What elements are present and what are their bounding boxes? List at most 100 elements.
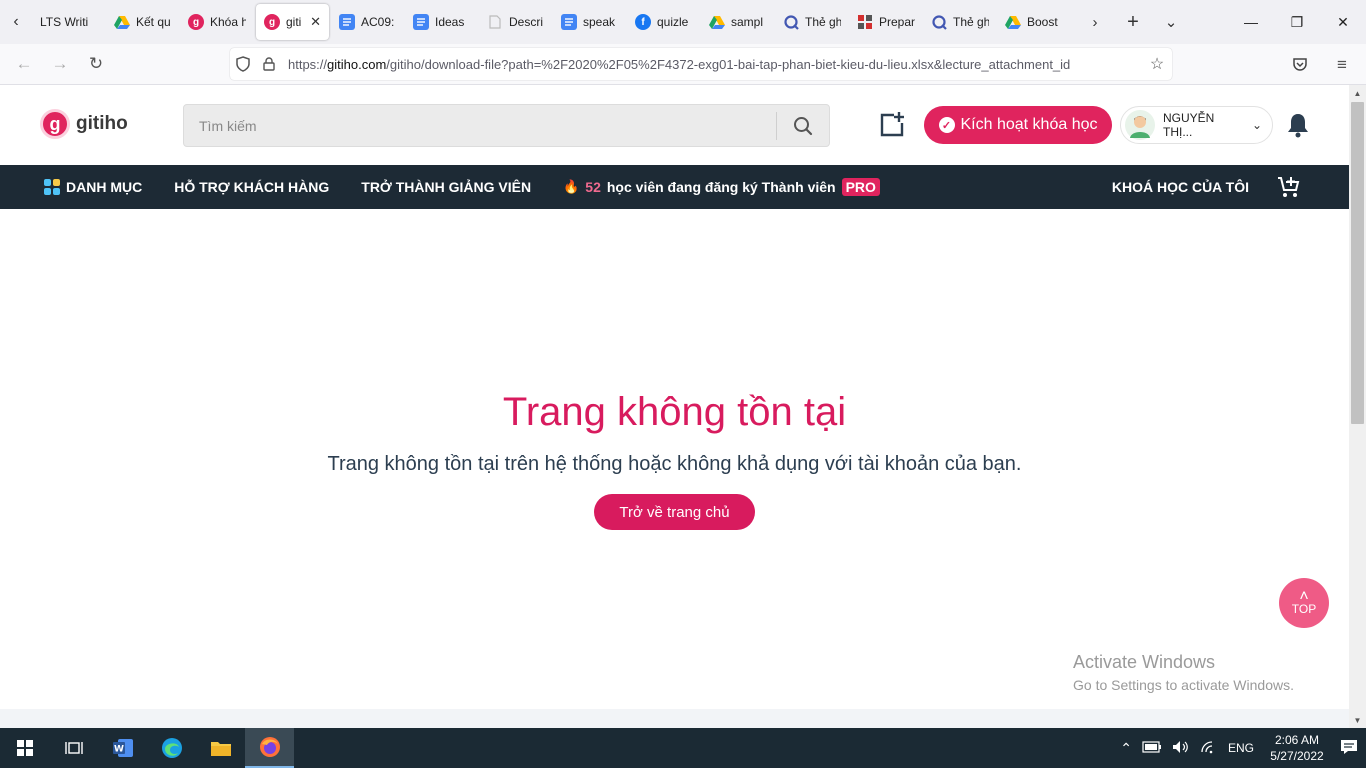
tab-scroll-left-icon[interactable]: ‹ — [0, 0, 32, 44]
close-window-icon[interactable]: ✕ — [1320, 0, 1366, 44]
windows-start-icon[interactable] — [0, 728, 49, 768]
promo-text: học viên đang đăng ký Thành viên — [606, 179, 836, 195]
notifications-icon[interactable] — [1340, 739, 1358, 758]
browser-tab[interactable]: sampl — [701, 4, 775, 40]
scroll-top-label: TOP — [1291, 602, 1317, 616]
tab-scroll-right-icon[interactable]: › — [1076, 0, 1114, 44]
bookmark-star-icon[interactable]: ☆ — [1142, 54, 1172, 74]
tab-label: Descri — [509, 15, 544, 29]
windows-taskbar: W ⌃ ENG 2:06 AM 5/27/2022 — [0, 728, 1366, 768]
browser-tab[interactable]: Prepar — [849, 4, 923, 40]
pro-promo[interactable]: 🔥 52 học viên đang đăng ký Thành viên PR… — [563, 165, 880, 209]
page-title: Trang không tồn tại — [502, 390, 847, 434]
back-icon[interactable]: ← — [6, 46, 42, 82]
volume-icon[interactable] — [1172, 740, 1190, 757]
user-name: NGUYỄN THỊ... — [1163, 111, 1215, 139]
word-app-icon[interactable]: W — [98, 728, 147, 768]
nav-my-courses[interactable]: KHOÁ HỌC CỦA TÔI — [1112, 165, 1249, 209]
tab-strip: LTS Writi Kết qu g Khóa h g giti ✕ AC09: Ideas De… — [32, 0, 1076, 44]
scroll-top-button[interactable]: ˄ TOP — [1279, 578, 1329, 628]
facebook-icon: f — [635, 14, 651, 30]
google-drive-icon — [1005, 14, 1021, 30]
browser-tab[interactable]: Descri — [479, 4, 553, 40]
chevron-down-icon: ⌄ — [1251, 118, 1262, 132]
logo-text: gitiho — [76, 113, 128, 134]
scroll-down-arrow-icon[interactable]: ▼ — [1349, 712, 1366, 728]
svg-text:W: W — [114, 745, 124, 755]
category-grid-icon — [44, 179, 60, 195]
menu-icon[interactable]: ≡ — [1324, 47, 1360, 83]
activate-course-label: Kích hoạt khóa học — [960, 116, 1098, 133]
tracking-shield-icon[interactable] — [230, 56, 256, 72]
page-scrollbar[interactable]: ▲ ▼ — [1349, 85, 1366, 728]
activate-course-button[interactable]: ✓ Kích hoạt khóa học — [924, 106, 1112, 144]
address-bar[interactable]: https://gitiho.com/gitiho/download-file?… — [230, 48, 1172, 80]
nav-categories-label: DANH MỤC — [66, 179, 143, 195]
scroll-up-arrow-icon[interactable]: ▲ — [1349, 85, 1366, 101]
google-docs-icon — [413, 14, 429, 30]
google-drive-icon — [114, 14, 130, 30]
minimize-icon[interactable]: — — [1228, 0, 1274, 44]
pocket-icon[interactable] — [1282, 47, 1318, 83]
search-box — [183, 104, 830, 147]
browser-tab[interactable]: Thẻ gh — [775, 4, 849, 40]
list-tabs-icon[interactable]: ⌄ — [1152, 0, 1190, 44]
wifi-icon[interactable] — [1200, 740, 1218, 757]
browser-tab[interactable]: AC09: — [331, 4, 405, 40]
nav-right-controls: ≡ — [1276, 44, 1366, 85]
tray-chevron-up-icon[interactable]: ⌃ — [1120, 740, 1132, 757]
language-indicator[interactable]: ENG — [1228, 741, 1254, 755]
browser-tab[interactable]: Ideas — [405, 4, 479, 40]
reload-icon[interactable]: ↻ — [78, 46, 114, 82]
scrollbar-thumb[interactable] — [1351, 102, 1364, 424]
google-docs-icon — [561, 14, 577, 30]
file-explorer-icon[interactable] — [196, 728, 245, 768]
nav-teacher-label: TRỞ THÀNH GIẢNG VIÊN — [361, 179, 532, 195]
forward-icon[interactable]: → — [42, 46, 78, 82]
edge-browser-icon[interactable] — [147, 728, 196, 768]
search-icon[interactable] — [777, 105, 829, 146]
notification-bell-icon[interactable] — [1286, 112, 1310, 138]
nav-become-teacher[interactable]: TRỞ THÀNH GIẢNG VIÊN — [361, 165, 531, 209]
browser-tab[interactable]: Boost — [997, 4, 1071, 40]
browser-tab[interactable]: g giti ✕ — [256, 4, 329, 40]
browser-tab[interactable]: g Khóa h — [180, 4, 254, 40]
system-tray: ⌃ ENG 2:06 AM 5/27/2022 — [1120, 728, 1366, 768]
back-home-button[interactable]: Trở về trang chủ — [594, 494, 755, 530]
lock-icon[interactable] — [256, 57, 282, 71]
clock[interactable]: 2:06 AM 5/27/2022 — [1264, 732, 1330, 764]
gitiho-logo[interactable]: g gitiho — [40, 109, 128, 139]
watermark-title: Activate Windows — [1073, 652, 1216, 672]
quizlet-icon — [783, 14, 799, 30]
clock-time: 2:06 AM — [1274, 733, 1320, 747]
browser-nav-bar: ← → ↻ https://gitiho.com/gitiho/download… — [0, 44, 1366, 85]
url-text[interactable]: https://gitiho.com/gitiho/download-file?… — [282, 57, 1142, 72]
battery-icon[interactable] — [1142, 740, 1162, 756]
close-tab-icon[interactable]: ✕ — [310, 14, 321, 30]
url-host: gitiho.com — [327, 56, 387, 72]
url-path: /gitiho/download-file?path=%2F2020%2F05%… — [386, 56, 1071, 72]
firefox-app-icon[interactable] — [245, 728, 294, 768]
search-input[interactable] — [184, 105, 776, 146]
restore-icon[interactable]: ❐ — [1274, 0, 1320, 44]
task-view-icon[interactable] — [49, 728, 98, 768]
nav-categories[interactable]: DANH MỤC — [44, 165, 142, 209]
tab-label: speak — [583, 15, 616, 29]
tab-label: Prepar — [879, 15, 915, 29]
browser-tab[interactable]: speak — [553, 4, 627, 40]
nav-customer-support[interactable]: HỖ TRỢ KHÁCH HÀNG — [174, 165, 329, 209]
clock-date: 5/27/2022 — [1270, 749, 1324, 763]
cart-icon[interactable] — [1277, 165, 1301, 209]
browser-tab[interactable]: Kết qu — [106, 4, 180, 40]
user-menu[interactable]: NGUYỄN THỊ... ⌄ — [1120, 106, 1273, 144]
fire-icon: 🔥 — [563, 179, 580, 194]
browser-tab-bar: ‹ LTS Writi Kết qu g Khóa h g giti ✕ AC09: Ideas… — [0, 0, 1366, 44]
browser-tab[interactable]: Thẻ gh — [923, 4, 997, 40]
add-course-icon[interactable] — [878, 111, 906, 139]
tab-label: LTS Writi — [40, 15, 89, 29]
site-nav: DANH MỤC HỖ TRỢ KHÁCH HÀNG TRỞ THÀNH GIẢ… — [0, 165, 1349, 209]
new-tab-icon[interactable]: + — [1114, 0, 1152, 44]
browser-tab[interactable]: LTS Writi — [32, 4, 106, 40]
browser-tab[interactable]: f quizle — [627, 4, 701, 40]
tab-label: sampl — [731, 15, 764, 29]
